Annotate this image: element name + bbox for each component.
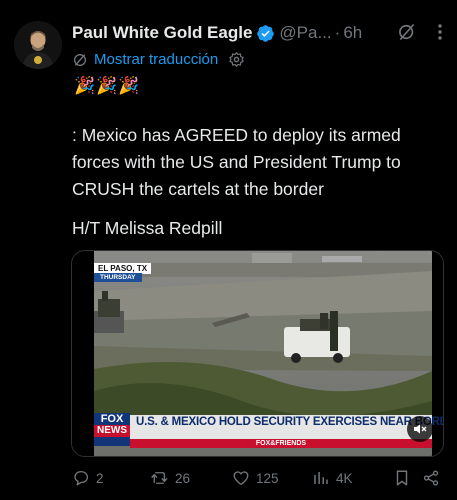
tweet-text: : Mexico has AGREED to deploy its armed … <box>72 122 447 203</box>
fox-logo-bottom: NEWS <box>94 425 130 437</box>
translate-icon <box>74 53 86 66</box>
party-emoji: 🎉🎉🎉 <box>74 76 141 95</box>
show-translation-link[interactable]: Mostrar traducción <box>94 51 218 68</box>
news-headline: U.S. & MEXICO HOLD SECURITY EXERCISES NE… <box>136 416 444 428</box>
view-count: 4K <box>336 470 353 486</box>
more-options-icon[interactable] <box>437 23 443 41</box>
author-name[interactable]: Paul White Gold Eagle <box>72 23 252 43</box>
views-button[interactable]: 4K <box>312 469 394 487</box>
day-tag: THURSDAY <box>94 273 142 282</box>
hat-tip-text: H/T Melissa Redpill <box>72 218 223 238</box>
fox-logo-top: FOX <box>100 413 124 425</box>
share-icon <box>423 470 439 486</box>
like-button[interactable]: 125 <box>232 469 312 487</box>
tweet-body: : Mexico has AGREED to deploy its armed … <box>72 125 401 199</box>
separator-dot: · <box>334 23 341 42</box>
author-handle[interactable]: @Pa... <box>279 23 331 43</box>
show-name-strip: FOX&FRIENDS <box>130 439 432 448</box>
tweet-header: Paul White Gold Eagle @Pa... · 6h <box>72 20 449 46</box>
analytics-icon <box>314 472 328 484</box>
speaker-muted-icon <box>414 424 427 434</box>
translate-row: Mostrar traducción <box>72 51 245 68</box>
repost-count: 26 <box>175 470 191 486</box>
header-actions <box>397 22 443 42</box>
action-bar: 2 26 125 4K <box>72 466 442 490</box>
bookmark-button[interactable] <box>394 469 422 487</box>
repost-button[interactable]: 26 <box>150 469 232 487</box>
grok-icon[interactable] <box>397 22 417 42</box>
gear-icon[interactable] <box>228 51 245 68</box>
bookmark-icon <box>396 470 408 486</box>
like-count: 125 <box>256 470 279 486</box>
reply-button[interactable]: 2 <box>72 469 150 487</box>
reply-icon <box>74 470 89 486</box>
share-button[interactable] <box>422 469 440 487</box>
avatar[interactable] <box>14 21 62 69</box>
repost-icon <box>151 472 168 484</box>
video-media[interactable]: EL PASO, TX THURSDAY FOX NEWS U.S. & MEX… <box>71 250 444 457</box>
heart-icon <box>233 471 249 486</box>
reply-count: 2 <box>96 470 104 486</box>
verified-badge-icon <box>257 24 275 42</box>
fox-news-logo: FOX NEWS <box>94 413 130 446</box>
mute-button[interactable] <box>407 416 433 442</box>
timestamp[interactable]: 6h <box>343 23 362 43</box>
